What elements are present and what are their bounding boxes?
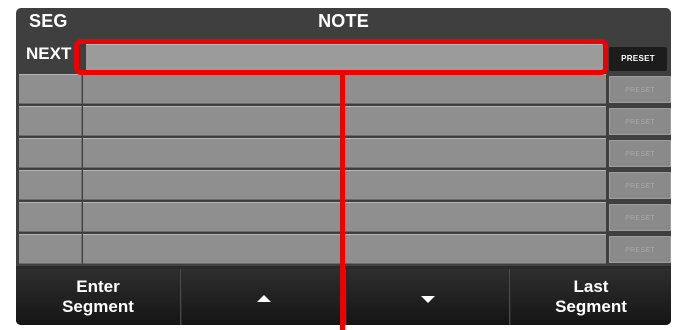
segment-row-seg-cell bbox=[19, 74, 82, 104]
segment-row[interactable]: PRESET bbox=[19, 170, 671, 200]
last-segment-label-line2: Segment bbox=[555, 297, 627, 316]
enter-segment-label-line2: Segment bbox=[62, 297, 134, 316]
segment-row-note-cell bbox=[83, 170, 344, 200]
segment-row-note-cell-right bbox=[345, 138, 606, 168]
scroll-down-button[interactable] bbox=[347, 269, 510, 325]
segment-row-preset-button[interactable]: PRESET bbox=[609, 108, 671, 135]
segment-row[interactable]: PRESET bbox=[19, 234, 671, 264]
segment-row-note-cell-right bbox=[345, 106, 606, 136]
note-column-header: NOTE bbox=[318, 11, 369, 31]
segment-row[interactable]: PRESET bbox=[19, 106, 671, 136]
segment-row-note-cell bbox=[83, 202, 344, 232]
segment-row-note-cell-right bbox=[345, 202, 606, 232]
segment-row-note-cell bbox=[83, 74, 344, 104]
enter-segment-button[interactable]: Enter Segment bbox=[16, 269, 181, 325]
highlight-callout-box bbox=[74, 39, 608, 75]
segment-row-note-cell bbox=[83, 106, 344, 136]
segment-row[interactable]: PRESET bbox=[19, 202, 671, 232]
segment-row-seg-cell bbox=[19, 106, 82, 136]
segment-row[interactable]: PRESET bbox=[19, 138, 671, 168]
triangle-up-icon bbox=[256, 295, 271, 302]
segment-row-note-cell-right bbox=[345, 74, 606, 104]
triangle-down-icon bbox=[421, 296, 435, 303]
scroll-up-button[interactable] bbox=[182, 269, 346, 325]
enter-segment-label-line1: Enter bbox=[76, 277, 120, 296]
segment-row-note-cell-right bbox=[345, 170, 606, 200]
next-label: NEXT bbox=[26, 44, 72, 63]
segment-row-note-cell bbox=[83, 234, 344, 264]
segment-row-note-cell-right bbox=[345, 234, 606, 264]
segment-row[interactable]: PRESET bbox=[19, 74, 671, 104]
segment-row-seg-cell bbox=[19, 170, 82, 200]
last-segment-label-line1: Last bbox=[573, 277, 609, 296]
highlight-callout-line bbox=[340, 75, 345, 330]
seg-column-header: SEG bbox=[29, 11, 68, 31]
last-segment-button[interactable]: Last Segment bbox=[511, 269, 671, 325]
segment-row-preset-button[interactable]: PRESET bbox=[609, 140, 671, 167]
segment-row-note-cell bbox=[83, 138, 344, 168]
segment-row-preset-button[interactable]: PRESET bbox=[609, 236, 671, 263]
segment-list: PRESET PRESET PRESET PRESET PRESET PRESE… bbox=[19, 74, 671, 266]
segment-row-seg-cell bbox=[19, 202, 82, 232]
next-preset-button[interactable]: PRESET bbox=[609, 47, 667, 71]
segment-row-preset-button[interactable]: PRESET bbox=[609, 172, 671, 199]
segment-row-seg-cell bbox=[19, 234, 82, 264]
segment-row-preset-button[interactable]: PRESET bbox=[609, 204, 671, 231]
segment-row-seg-cell bbox=[19, 138, 82, 168]
segment-row-preset-button[interactable]: PRESET bbox=[609, 76, 671, 103]
